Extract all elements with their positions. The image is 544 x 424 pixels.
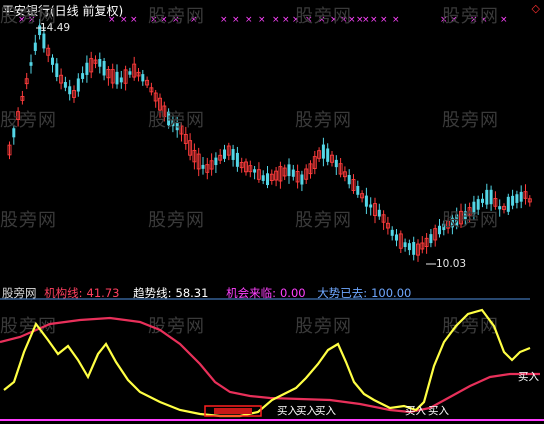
candle-body <box>253 169 257 173</box>
candle-body <box>261 175 265 181</box>
candle-body <box>300 174 304 185</box>
candle-body <box>98 59 102 67</box>
candle-body <box>364 195 368 207</box>
candle-body <box>81 73 85 79</box>
buy-signal-label: 买入 <box>428 405 449 417</box>
candle-body <box>403 242 407 248</box>
candle-body <box>429 234 433 244</box>
candle-body <box>395 234 398 241</box>
candle-body <box>489 189 493 205</box>
watermark: 股旁网 <box>442 210 499 231</box>
candle-body <box>76 78 80 92</box>
candle-body <box>412 242 416 255</box>
candle-body <box>519 191 523 202</box>
candle-body <box>102 61 106 76</box>
signal-marker: × <box>380 15 388 25</box>
candle-body <box>33 42 37 51</box>
candle-body <box>42 33 46 49</box>
candle-body <box>51 57 54 65</box>
candle-body <box>55 63 59 78</box>
signal-marker: × <box>392 15 400 25</box>
candle-body <box>119 77 123 83</box>
candle-body <box>347 174 351 185</box>
candle-body <box>231 149 235 160</box>
watermark: 股旁网 <box>295 110 352 131</box>
candle-body <box>390 229 394 236</box>
candle-body <box>115 71 119 85</box>
candle-body <box>68 86 72 95</box>
signal-marker: × <box>272 15 280 25</box>
buy-signal-label: 买入 <box>277 405 298 417</box>
watermark: 股旁网 <box>148 110 205 131</box>
candle-body <box>511 195 515 206</box>
qushi-line <box>3 308 531 418</box>
signal-marker: × <box>258 15 266 25</box>
candle-body <box>287 164 291 177</box>
signal-marker: × <box>362 15 370 25</box>
candlestick-chart[interactable]: × × × × × × × × × × × × × × × × × × × × × ×× × × × × × × × × <box>0 0 544 280</box>
signal-marker: × <box>130 15 138 25</box>
watermark: 股旁网 <box>295 6 352 27</box>
watermark: 股旁网 <box>442 6 499 27</box>
signal-marker: × <box>500 15 508 25</box>
candle-body <box>63 82 67 88</box>
candle-body <box>214 157 218 166</box>
price-panel[interactable]: × × × × × × × × × × × × × × × × × × × × × × × × × × × × × × × 平安银行(日线 … <box>0 0 544 280</box>
candle-body <box>266 173 269 186</box>
candle-body <box>141 74 145 82</box>
candle-body <box>377 209 381 217</box>
watermark: 股旁网 <box>295 210 352 231</box>
watermark: 股旁网 <box>148 6 205 27</box>
candle-body <box>321 144 325 159</box>
candle-body <box>326 148 330 162</box>
signal-marker: × <box>370 15 378 25</box>
buy-signal-label: 买入 <box>518 371 539 383</box>
indicator-chart[interactable] <box>0 282 544 424</box>
buy-signal-label: 买入 <box>315 405 336 417</box>
watermark: 股旁网 <box>442 110 499 131</box>
low-price-label: 10.03 <box>436 258 467 270</box>
watermark: 股旁网 <box>0 210 57 231</box>
candle-body <box>356 185 360 195</box>
watermark: 股旁网 <box>0 6 57 27</box>
signal-marker: × <box>282 15 290 25</box>
watermark: 股旁网 <box>148 210 205 231</box>
candle-body <box>334 159 338 168</box>
signal-marker: × <box>245 15 253 25</box>
buy-signal-label: 买入 <box>296 405 317 417</box>
candle-body <box>291 169 295 177</box>
candle-body <box>485 189 489 205</box>
candle-body <box>201 164 205 169</box>
signal-box <box>214 408 252 414</box>
watermark: 股旁网 <box>0 110 57 131</box>
candle-body <box>481 198 484 203</box>
diamond-icon[interactable]: ◇ <box>532 2 540 15</box>
indicator-panel[interactable] <box>0 282 544 424</box>
candle-body <box>85 62 89 75</box>
buy-signal-label: 买入 <box>405 405 426 417</box>
candle-body <box>515 194 519 203</box>
candle-body <box>128 71 132 75</box>
signal-marker: × <box>220 15 228 25</box>
signal-marker: × <box>232 15 240 25</box>
candle-body <box>235 152 239 167</box>
candle-body <box>223 149 226 159</box>
candle-body <box>438 225 441 235</box>
candle-body <box>369 204 373 208</box>
candle-body <box>506 196 510 212</box>
candle-body <box>407 243 411 251</box>
candle-body <box>29 62 33 66</box>
